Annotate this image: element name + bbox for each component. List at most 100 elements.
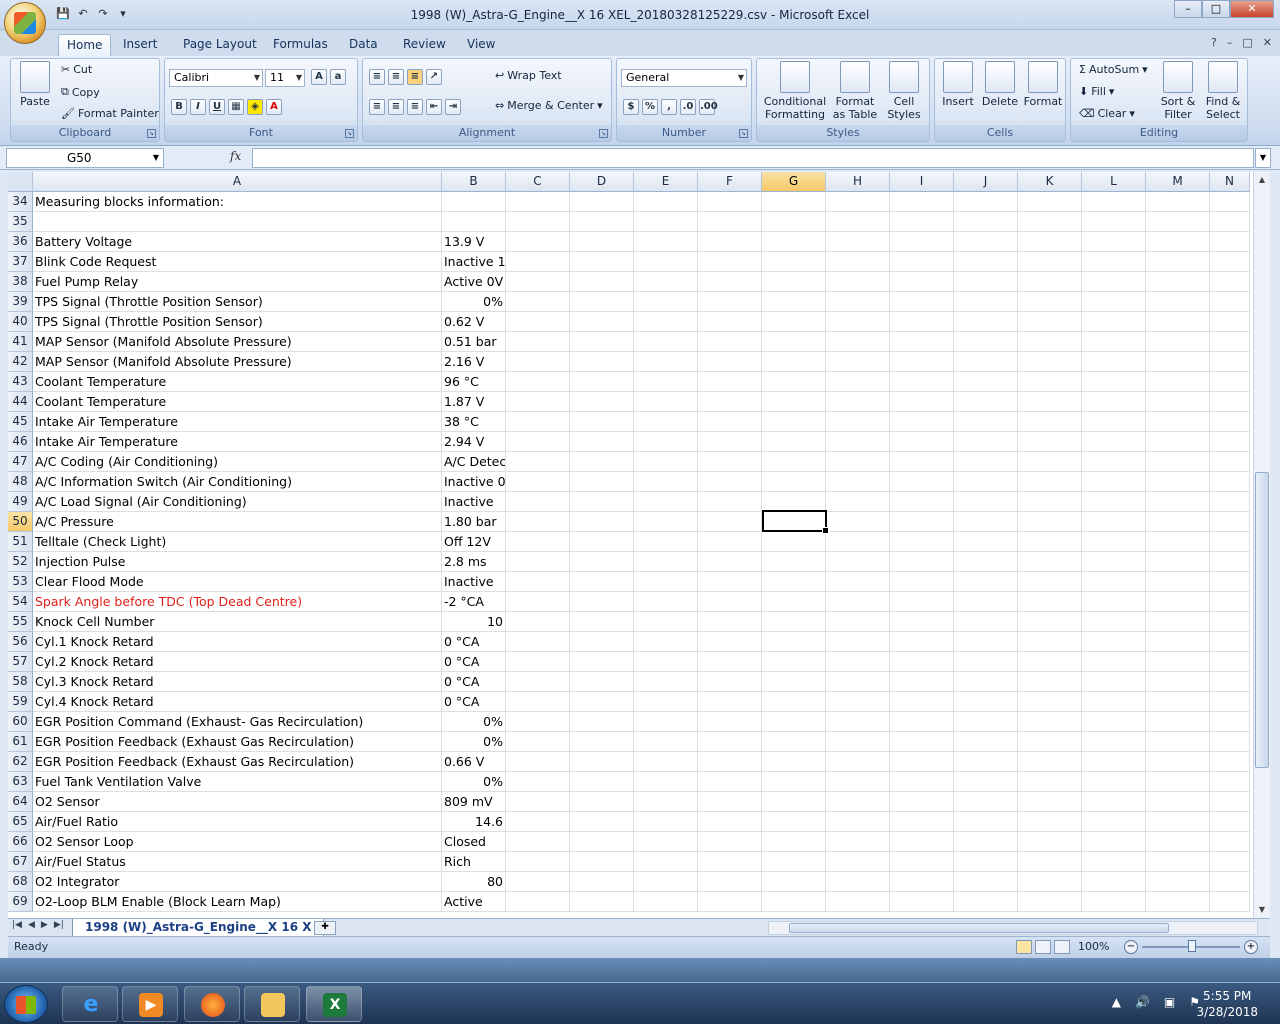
cell-e[interactable] [634, 512, 698, 532]
cell-g[interactable] [762, 772, 826, 792]
cell-h[interactable] [826, 892, 890, 912]
cell-n[interactable] [1210, 252, 1250, 272]
cell-h[interactable] [826, 712, 890, 732]
cell-e[interactable] [634, 792, 698, 812]
cell-f[interactable] [698, 272, 762, 292]
tab-home[interactable]: Home [58, 34, 112, 56]
cell-h[interactable] [826, 812, 890, 832]
cell-m[interactable] [1146, 832, 1210, 852]
alignment-launcher-icon[interactable]: ↘ [599, 129, 608, 138]
align-right-icon[interactable]: ≡ [407, 99, 423, 115]
cell-b[interactable]: Inactive [442, 492, 506, 512]
cell-c[interactable] [506, 792, 570, 812]
formula-input[interactable] [252, 148, 1254, 168]
cell-j[interactable] [954, 632, 1018, 652]
cell-m[interactable] [1146, 192, 1210, 212]
cell-m[interactable] [1146, 872, 1210, 892]
cell-a[interactable]: EGR Position Feedback (Exhaust Gas Recir… [33, 732, 442, 752]
wrap-text-button[interactable]: ↩ Wrap Text [495, 69, 562, 82]
cell-c[interactable] [506, 572, 570, 592]
cell-i[interactable] [890, 672, 954, 692]
cell-j[interactable] [954, 312, 1018, 332]
cell-d[interactable] [570, 292, 634, 312]
ribbon-minimize-icon[interactable]: – [1227, 36, 1233, 49]
cell-k[interactable] [1018, 312, 1082, 332]
cell-d[interactable] [570, 352, 634, 372]
cell-k[interactable] [1018, 392, 1082, 412]
cell-b[interactable] [442, 212, 506, 232]
cell-k[interactable] [1018, 352, 1082, 372]
font-size-dropdown[interactable]: 11 ▼ [265, 69, 305, 87]
cell-i[interactable] [890, 792, 954, 812]
cell-i[interactable] [890, 232, 954, 252]
cell-e[interactable] [634, 672, 698, 692]
taskbar-explorer[interactable] [244, 986, 300, 1022]
column-header-c[interactable]: C [506, 172, 570, 192]
cell-l[interactable] [1082, 252, 1146, 272]
row-header[interactable]: 65 [8, 812, 33, 832]
cell-a[interactable]: EGR Position Command (Exhaust- Gas Recir… [33, 712, 442, 732]
merge-center-button[interactable]: ⇔ Merge & Center ▾ [495, 99, 603, 112]
cell-a[interactable]: Coolant Temperature [33, 372, 442, 392]
cell-c[interactable] [506, 472, 570, 492]
cell-c[interactable] [506, 832, 570, 852]
cell-h[interactable] [826, 492, 890, 512]
name-box[interactable]: G50 ▼ [6, 148, 164, 168]
cell-m[interactable] [1146, 472, 1210, 492]
row-header[interactable]: 40 [8, 312, 33, 332]
row-header[interactable]: 46 [8, 432, 33, 452]
cell-a[interactable]: O2 Sensor Loop [33, 832, 442, 852]
cell-i[interactable] [890, 632, 954, 652]
cell-l[interactable] [1082, 712, 1146, 732]
cell-k[interactable] [1018, 732, 1082, 752]
cell-m[interactable] [1146, 212, 1210, 232]
cell-k[interactable] [1018, 612, 1082, 632]
cell-j[interactable] [954, 252, 1018, 272]
cell-f[interactable] [698, 392, 762, 412]
conditional-formatting-button[interactable]: Conditional Formatting [761, 61, 829, 121]
cell-n[interactable] [1210, 732, 1250, 752]
cell-f[interactable] [698, 672, 762, 692]
bold-button[interactable]: B [171, 99, 187, 115]
cell-d[interactable] [570, 252, 634, 272]
cell-c[interactable] [506, 672, 570, 692]
cell-e[interactable] [634, 812, 698, 832]
cell-n[interactable] [1210, 772, 1250, 792]
cell-c[interactable] [506, 552, 570, 572]
cell-c[interactable] [506, 892, 570, 912]
cell-h[interactable] [826, 652, 890, 672]
cell-c[interactable] [506, 632, 570, 652]
cell-f[interactable] [698, 872, 762, 892]
cell-i[interactable] [890, 732, 954, 752]
cell-n[interactable] [1210, 212, 1250, 232]
cell-l[interactable] [1082, 752, 1146, 772]
cell-h[interactable] [826, 472, 890, 492]
cell-d[interactable] [570, 632, 634, 652]
cell-c[interactable] [506, 192, 570, 212]
cell-d[interactable] [570, 332, 634, 352]
cell-m[interactable] [1146, 572, 1210, 592]
cell-d[interactable] [570, 372, 634, 392]
cell-a[interactable]: A/C Pressure [33, 512, 442, 532]
column-header-b[interactable]: B [442, 172, 506, 192]
cell-c[interactable] [506, 772, 570, 792]
cell-a[interactable]: Intake Air Temperature [33, 432, 442, 452]
cell-d[interactable] [570, 232, 634, 252]
zoom-in-icon[interactable]: + [1244, 940, 1258, 954]
comma-button[interactable]: , [661, 99, 677, 115]
cell-f[interactable] [698, 632, 762, 652]
cell-e[interactable] [634, 212, 698, 232]
cell-g[interactable] [762, 852, 826, 872]
borders-icon[interactable]: ▦ [228, 99, 244, 115]
row-header[interactable]: 60 [8, 712, 33, 732]
cell-l[interactable] [1082, 392, 1146, 412]
vertical-scroll-thumb[interactable] [1255, 472, 1269, 768]
cell-b[interactable] [442, 192, 506, 212]
cell-n[interactable] [1210, 232, 1250, 252]
cell-g[interactable] [762, 552, 826, 572]
row-header[interactable]: 35 [8, 212, 33, 232]
cell-m[interactable] [1146, 332, 1210, 352]
show-hidden-icon[interactable]: ▲ [1112, 995, 1121, 1009]
cell-k[interactable] [1018, 212, 1082, 232]
cell-k[interactable] [1018, 812, 1082, 832]
